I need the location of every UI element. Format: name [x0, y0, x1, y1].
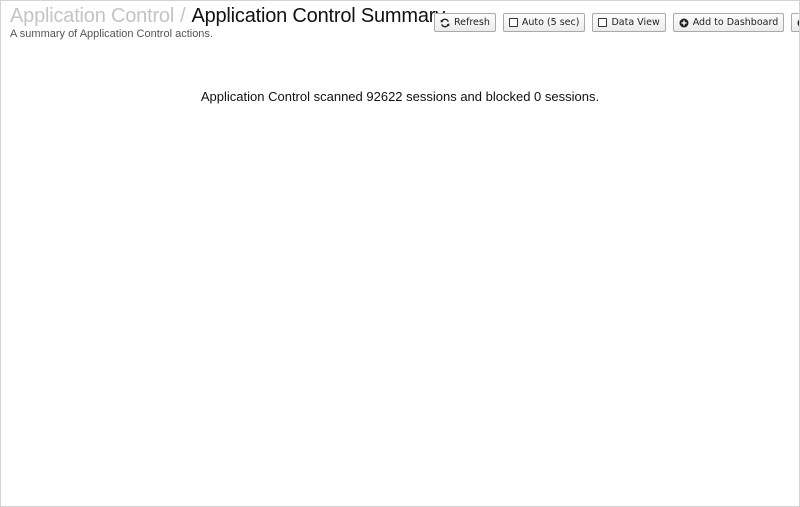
- data-view-label: Data View: [611, 17, 660, 28]
- summary-text: Application Control scanned 92622 sessio…: [200, 89, 600, 104]
- report-toolbar: Refresh Auto (5 sec) Data View Add to Da…: [434, 13, 799, 32]
- checkbox-icon[interactable]: [598, 18, 608, 27]
- auto-refresh-label: Auto (5 sec): [521, 17, 580, 28]
- more-actions-button[interactable]: [791, 13, 799, 32]
- add-to-dashboard-button[interactable]: Add to Dashboard: [672, 13, 785, 32]
- refresh-icon: [440, 18, 450, 27]
- page-subtitle: A summary of Application Control actions…: [10, 28, 213, 40]
- data-view-toggle[interactable]: Data View: [592, 13, 666, 32]
- refresh-button[interactable]: Refresh: [434, 13, 496, 32]
- breadcrumb: Application Control / Application Control …: [10, 4, 445, 28]
- plus-circle-icon: [679, 18, 689, 27]
- auto-refresh-toggle[interactable]: Auto (5 sec): [502, 13, 586, 32]
- refresh-button-label: Refresh: [454, 17, 490, 28]
- breadcrumb-parent-link[interactable]: Application Control: [10, 5, 174, 27]
- add-to-dashboard-label: Add to Dashboard: [692, 17, 779, 28]
- checkbox-icon[interactable]: [508, 18, 518, 27]
- breadcrumb-separator: /: [180, 5, 186, 27]
- report-panel: Application Control / Application Control …: [0, 0, 800, 507]
- page-title: Application Control Summary: [191, 5, 446, 27]
